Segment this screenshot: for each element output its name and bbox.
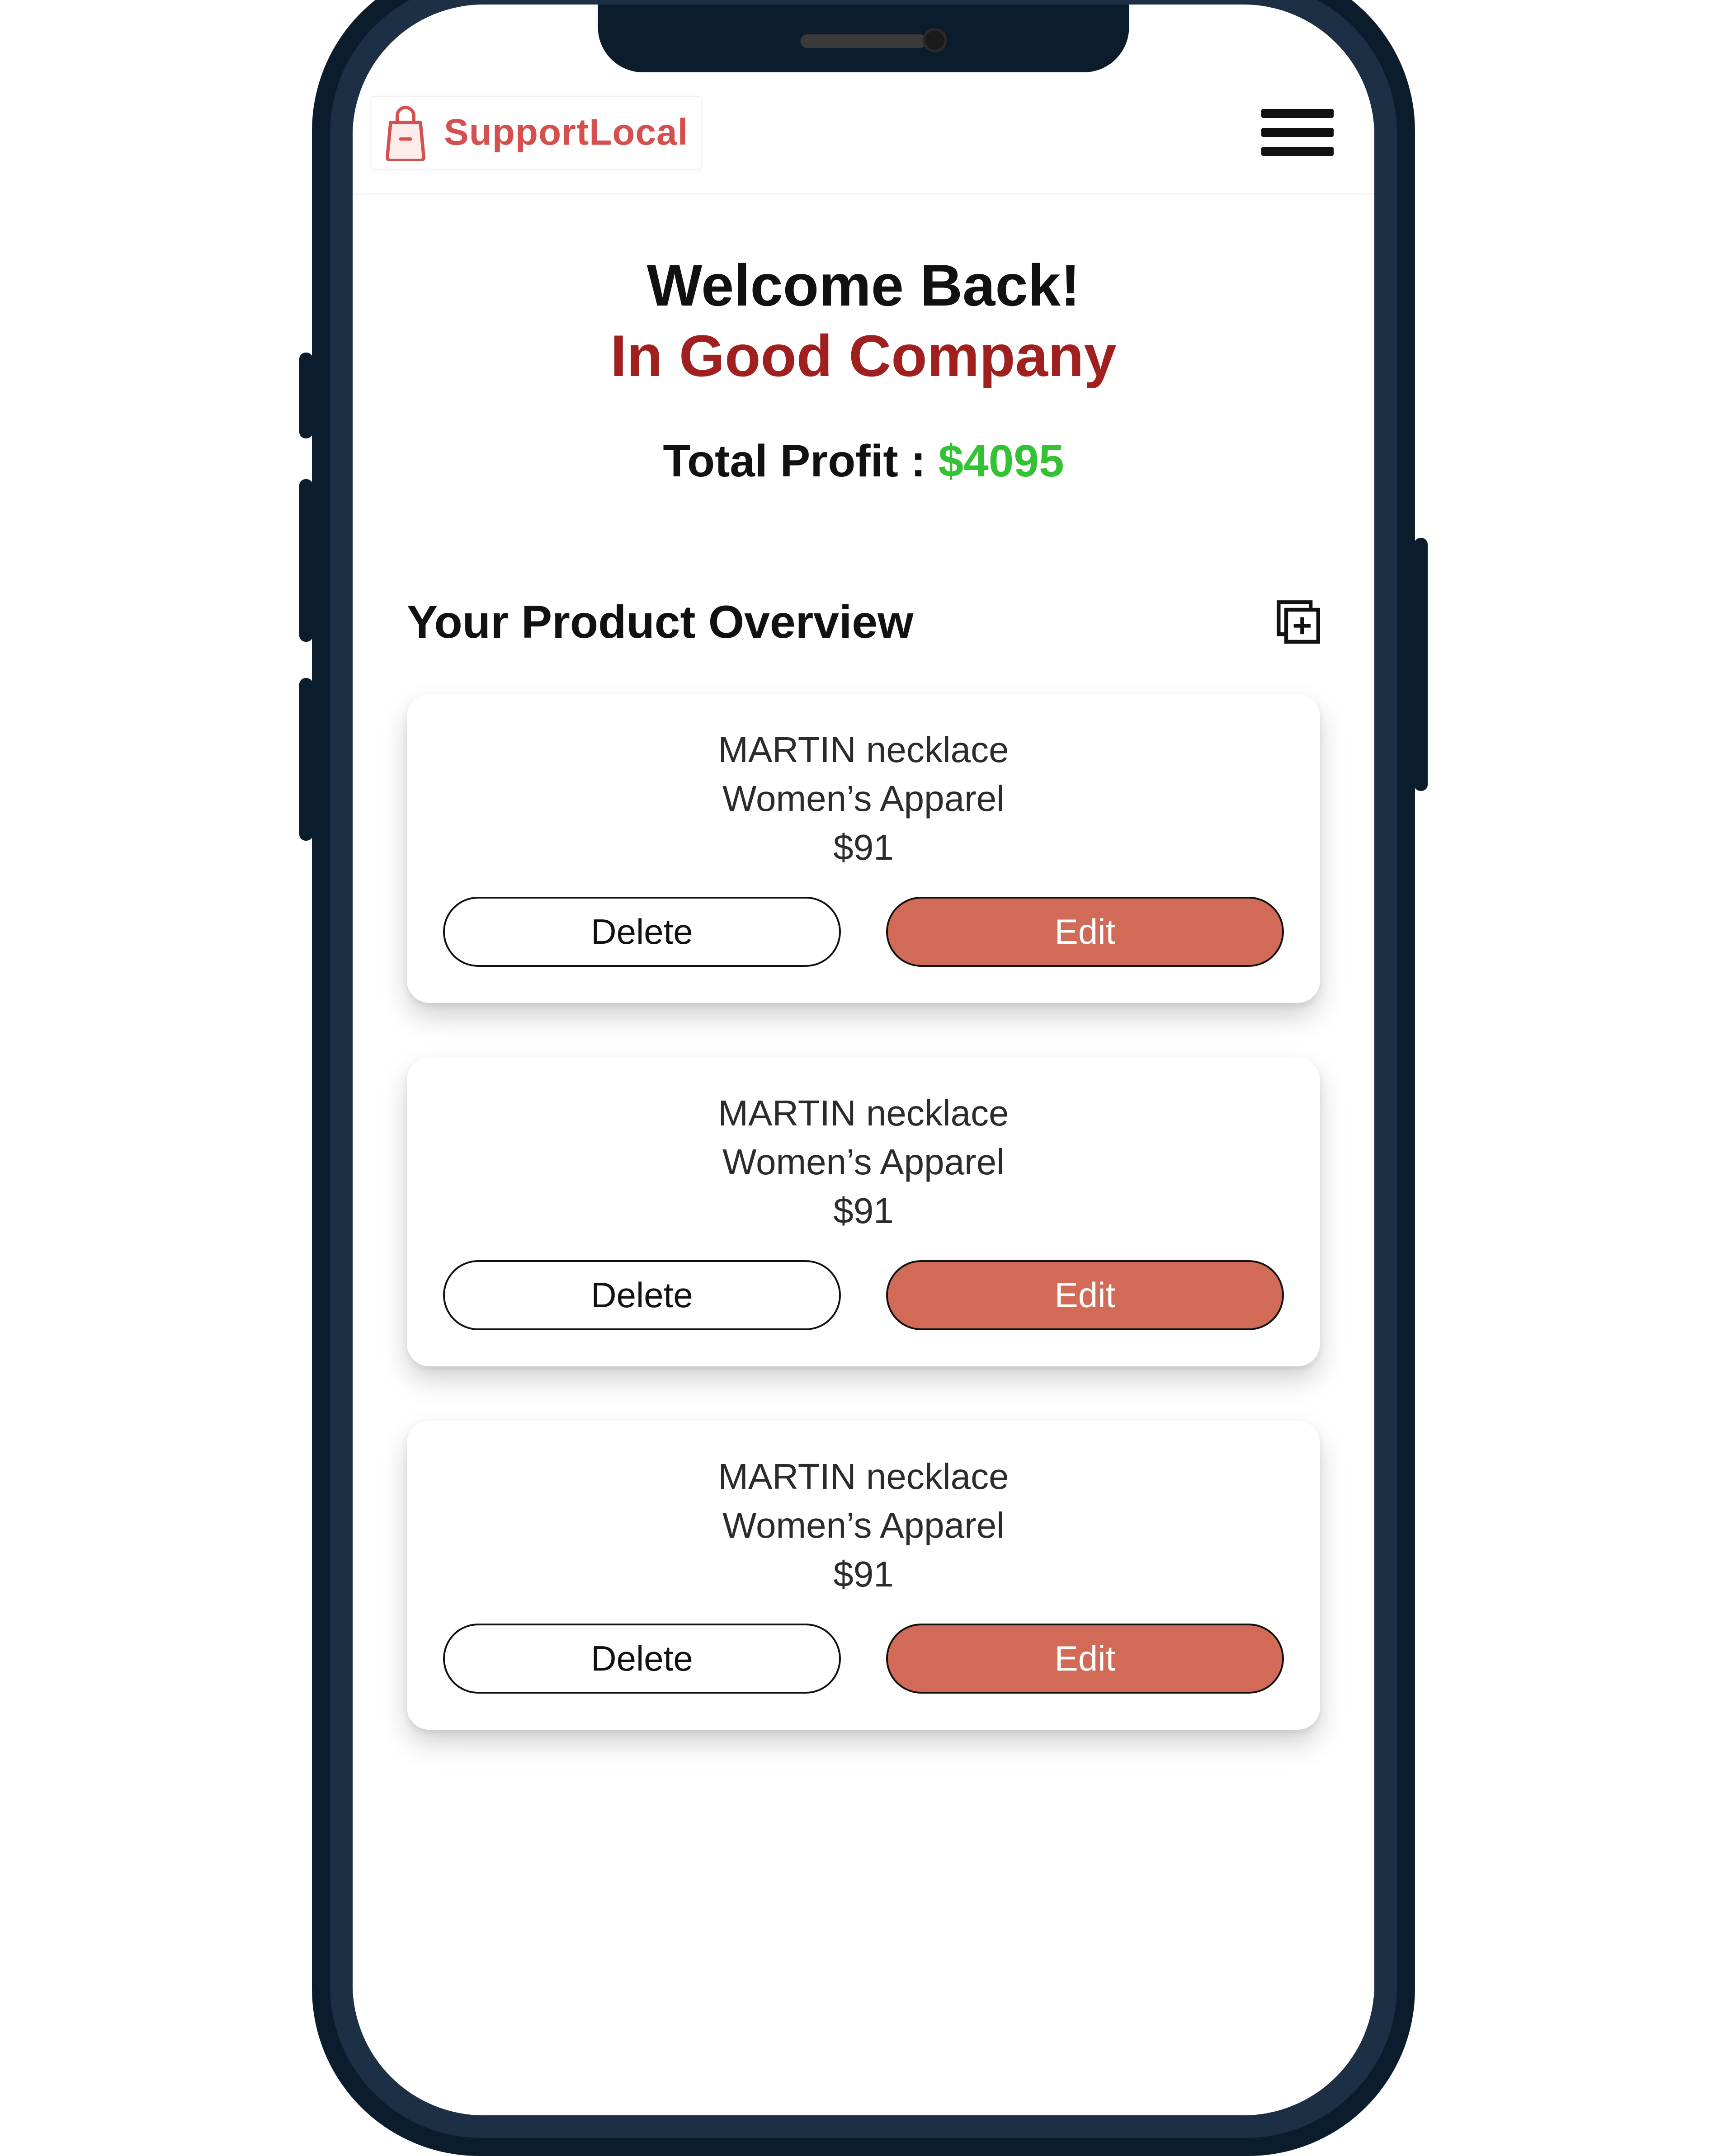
- product-overview-title: Your Product Overview: [407, 596, 913, 649]
- phone-frame: SupportLocal Welcome Back! In Good Compa…: [312, 0, 1415, 2156]
- phone-power-button: [1414, 538, 1428, 791]
- product-card-info: MARTIN necklace Women’s Apparel $91: [443, 725, 1284, 897]
- add-product-icon[interactable]: [1275, 598, 1320, 646]
- product-card: MARTIN necklace Women’s Apparel $91 Dele…: [407, 1057, 1320, 1366]
- phone-screen: SupportLocal Welcome Back! In Good Compa…: [353, 5, 1374, 2115]
- edit-button[interactable]: Edit: [886, 1260, 1284, 1330]
- brand-logo[interactable]: SupportLocal: [371, 96, 702, 169]
- company-name: In Good Company: [371, 322, 1356, 390]
- app-root: SupportLocal Welcome Back! In Good Compa…: [353, 5, 1374, 2115]
- phone-volume-up: [299, 479, 313, 642]
- product-list: MARTIN necklace Women’s Apparel $91 Dele…: [353, 662, 1374, 1730]
- total-profit-value: $4095: [939, 436, 1064, 486]
- edit-button[interactable]: Edit: [886, 897, 1284, 967]
- hero-section: Welcome Back! In Good Company Total Prof…: [353, 194, 1374, 505]
- product-price: $91: [461, 1550, 1266, 1599]
- product-card-info: MARTIN necklace Women’s Apparel $91: [443, 1089, 1284, 1260]
- product-name: MARTIN necklace: [461, 1089, 1266, 1138]
- product-card: MARTIN necklace Women’s Apparel $91 Dele…: [407, 694, 1320, 1003]
- shopping-bag-icon: [381, 102, 430, 163]
- product-price: $91: [461, 823, 1266, 872]
- brand-name: SupportLocal: [444, 111, 688, 154]
- product-overview-header: Your Product Overview: [353, 505, 1374, 662]
- product-card: MARTIN necklace Women’s Apparel $91 Dele…: [407, 1421, 1320, 1730]
- phone-notch: [598, 5, 1129, 72]
- phone-silence-switch: [299, 353, 313, 438]
- product-card-info: MARTIN necklace Women’s Apparel $91: [443, 1452, 1284, 1624]
- product-category: Women’s Apparel: [461, 1138, 1266, 1186]
- phone-volume-down: [299, 678, 313, 841]
- product-card-actions: Delete Edit: [443, 1260, 1284, 1330]
- total-profit-row: Total Profit : $4095: [371, 435, 1356, 487]
- hamburger-menu-icon[interactable]: [1261, 109, 1334, 156]
- edit-button[interactable]: Edit: [886, 1624, 1284, 1694]
- product-name: MARTIN necklace: [461, 1452, 1266, 1501]
- delete-button[interactable]: Delete: [443, 897, 841, 967]
- product-card-actions: Delete Edit: [443, 897, 1284, 967]
- product-price: $91: [461, 1186, 1266, 1235]
- product-category: Women’s Apparel: [461, 1501, 1266, 1550]
- total-profit-label: Total Profit :: [663, 436, 938, 486]
- topbar: SupportLocal: [353, 77, 1374, 194]
- product-card-actions: Delete Edit: [443, 1624, 1284, 1694]
- phone-speaker: [800, 34, 927, 48]
- delete-button[interactable]: Delete: [443, 1624, 841, 1694]
- welcome-heading: Welcome Back!: [371, 253, 1356, 318]
- product-category: Women’s Apparel: [461, 774, 1266, 823]
- delete-button[interactable]: Delete: [443, 1260, 841, 1330]
- product-name: MARTIN necklace: [461, 725, 1266, 774]
- phone-front-camera: [922, 28, 947, 52]
